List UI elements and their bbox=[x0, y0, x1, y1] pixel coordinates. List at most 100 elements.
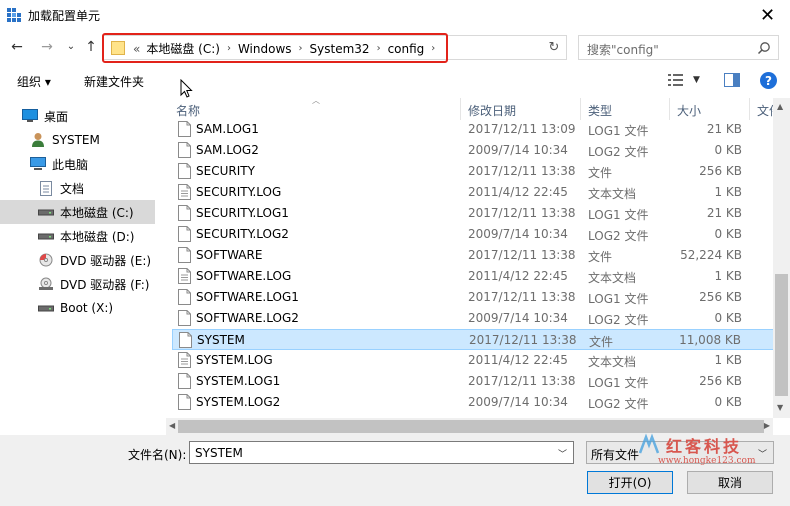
close-button[interactable]: ✕ bbox=[745, 0, 790, 30]
file-size: 0 KB bbox=[714, 395, 742, 409]
file-size: 21 KB bbox=[706, 206, 742, 220]
vertical-scroll-thumb[interactable] bbox=[775, 274, 788, 396]
file-type: LOG2 文件 bbox=[588, 145, 649, 159]
file-name: SECURITY bbox=[196, 164, 255, 178]
column-divider[interactable] bbox=[749, 98, 750, 120]
forward-arrow-icon[interactable]: → bbox=[38, 38, 56, 56]
file-type: 文本文档 bbox=[588, 187, 637, 201]
file-type: 文本文档 bbox=[588, 355, 637, 369]
search-input[interactable]: 搜索"config" bbox=[587, 41, 659, 58]
table-row[interactable]: SOFTWARE 2017/12/11 13:38 文件 52,224 KB bbox=[172, 245, 774, 266]
file-type: 文件 bbox=[588, 166, 613, 180]
filetype-select[interactable]: 所有文件 ﹀ bbox=[586, 441, 774, 464]
open-button[interactable]: 打开(O) bbox=[587, 471, 673, 494]
sidebar-item-drive-d[interactable]: 本地磁盘 (D:) bbox=[0, 224, 155, 248]
file-size: 0 KB bbox=[714, 227, 742, 241]
file-date: 2017/12/11 13:38 bbox=[468, 206, 576, 220]
computer-icon bbox=[30, 156, 46, 172]
file-type: LOG1 文件 bbox=[588, 292, 649, 306]
column-divider[interactable] bbox=[669, 98, 670, 120]
file-icon bbox=[178, 205, 191, 221]
dvd-drive-icon bbox=[38, 276, 54, 292]
new-folder-button[interactable]: 新建文件夹 bbox=[84, 73, 144, 90]
file-name: SAM.LOG1 bbox=[196, 122, 259, 136]
file-list: ︿ 名称 修改日期 类型 大小 文件 SAM.LOG1 2017/12/11 13… bbox=[166, 98, 777, 418]
file-size: 256 KB bbox=[699, 164, 742, 178]
refresh-icon[interactable]: ↻ bbox=[545, 38, 563, 56]
view-options-icon[interactable] bbox=[668, 73, 684, 87]
file-icon bbox=[178, 373, 191, 389]
sort-ascending-icon: ︿ bbox=[312, 98, 320, 105]
file-type: LOG2 文件 bbox=[588, 397, 649, 411]
sidebar-item-system-user[interactable]: SYSTEM bbox=[0, 128, 155, 152]
sidebar-item-label: 桌面 bbox=[44, 109, 69, 124]
help-icon[interactable]: ? bbox=[760, 72, 777, 89]
file-date: 2011/4/12 22:45 bbox=[468, 353, 568, 367]
cancel-button[interactable]: 取消 bbox=[687, 471, 773, 494]
file-size: 0 KB bbox=[714, 143, 742, 157]
file-icon bbox=[178, 310, 191, 326]
column-divider[interactable] bbox=[460, 98, 461, 120]
vertical-scrollbar[interactable]: ▲ ▼ bbox=[773, 98, 790, 418]
sidebar-item-this-pc[interactable]: 此电脑 bbox=[0, 152, 155, 176]
file-type: 文件 bbox=[589, 335, 614, 349]
table-row[interactable]: SAM.LOG2 2009/7/14 10:34 LOG2 文件 0 KB bbox=[172, 140, 774, 161]
table-row[interactable]: SAM.LOG1 2017/12/11 13:09 LOG1 文件 21 KB bbox=[172, 119, 774, 140]
table-row[interactable]: SECURITY 2017/12/11 13:38 文件 256 KB bbox=[172, 161, 774, 182]
sidebar-item-documents[interactable]: 文档 bbox=[0, 176, 155, 200]
filetype-value: 所有文件 bbox=[591, 448, 640, 462]
scroll-up-icon[interactable]: ▲ bbox=[777, 102, 783, 111]
scroll-left-icon[interactable]: ◀ bbox=[169, 421, 175, 430]
preview-pane-icon[interactable] bbox=[724, 73, 740, 87]
file-icon bbox=[179, 332, 192, 348]
text-file-icon bbox=[178, 352, 191, 368]
table-row[interactable]: SOFTWARE.LOG1 2017/12/11 13:38 LOG1 文件 256 … bbox=[172, 287, 774, 308]
drive-icon bbox=[38, 228, 54, 244]
file-date: 2017/12/11 13:38 bbox=[468, 374, 576, 388]
chevron-down-icon[interactable]: ▼ bbox=[693, 75, 700, 85]
column-header-type[interactable]: 类型 bbox=[588, 102, 612, 119]
up-arrow-icon[interactable]: ↑ bbox=[82, 38, 100, 56]
back-arrow-icon[interactable]: ← bbox=[8, 38, 26, 56]
navigation-pane: 桌面 SYSTEM 此电脑 文档 本地磁盘 (C:) 本地磁盘 (D:) DVD… bbox=[0, 104, 160, 434]
file-name: SYSTEM bbox=[197, 333, 245, 347]
search-icon[interactable] bbox=[757, 41, 771, 55]
file-icon bbox=[178, 163, 191, 179]
table-row[interactable]: SECURITY.LOG 2011/4/12 22:45 文本文档 1 KB bbox=[172, 182, 774, 203]
scroll-down-icon[interactable]: ▼ bbox=[777, 403, 783, 412]
recent-locations-icon[interactable]: ⌄ bbox=[62, 37, 80, 55]
table-row[interactable]: SOFTWARE.LOG 2011/4/12 22:45 文本文档 1 KB bbox=[172, 266, 774, 287]
table-row[interactable]: SECURITY.LOG1 2017/12/11 13:38 LOG1 文件 21 K… bbox=[172, 203, 774, 224]
table-row[interactable]: SYSTEM.LOG2 2009/7/14 10:34 LOG2 文件 0 KB bbox=[172, 392, 774, 413]
table-row[interactable]: SYSTEM 2017/12/11 13:38 文件 11,008 KB bbox=[172, 329, 774, 350]
table-row[interactable]: SECURITY.LOG2 2009/7/14 10:34 LOG2 文件 0 KB bbox=[172, 224, 774, 245]
column-header-date[interactable]: 修改日期 bbox=[468, 102, 516, 119]
column-header-size[interactable]: 大小 bbox=[677, 102, 701, 119]
horizontal-scroll-thumb[interactable] bbox=[178, 420, 764, 433]
table-row[interactable]: SYSTEM.LOG1 2017/12/11 13:38 LOG1 文件 256 KB bbox=[172, 371, 774, 392]
horizontal-scrollbar[interactable]: ◀ ▶ bbox=[166, 418, 773, 435]
filename-value[interactable]: SYSTEM bbox=[195, 446, 243, 460]
text-file-icon bbox=[178, 184, 191, 200]
column-header-name[interactable]: 名称 bbox=[176, 102, 200, 119]
organize-menu-button[interactable]: 组织 ▾ bbox=[17, 73, 51, 90]
document-icon bbox=[38, 180, 54, 196]
sidebar-item-dvd-e[interactable]: DVD 驱动器 (E:) E bbox=[0, 248, 155, 272]
scroll-right-icon[interactable]: ▶ bbox=[764, 421, 770, 430]
table-row[interactable]: SOFTWARE.LOG2 2009/7/14 10:34 LOG2 文件 0 KB bbox=[172, 308, 774, 329]
file-icon bbox=[178, 226, 191, 242]
file-type: 文本文档 bbox=[588, 271, 637, 285]
chevron-down-icon[interactable]: ﹀ bbox=[758, 447, 767, 460]
sidebar-item-drive-c[interactable]: 本地磁盘 (C:) bbox=[0, 200, 155, 224]
sidebar-item-label: 此电脑 bbox=[52, 157, 89, 172]
file-size: 0 KB bbox=[714, 311, 742, 325]
column-divider[interactable] bbox=[580, 98, 581, 120]
drive-icon bbox=[38, 204, 54, 220]
sidebar-item-boot-x[interactable]: Boot (X:) bbox=[0, 296, 155, 320]
sidebar-item-dvd-f[interactable]: DVD 驱动器 (F:) bbox=[0, 272, 155, 296]
table-row[interactable]: SYSTEM.LOG 2011/4/12 22:45 文本文档 1 KB bbox=[172, 350, 774, 371]
chevron-down-icon[interactable]: ﹀ bbox=[558, 447, 567, 460]
sidebar-item-desktop[interactable]: 桌面 bbox=[0, 104, 155, 128]
filename-field[interactable]: SYSTEM ﹀ bbox=[189, 441, 574, 464]
search-box[interactable]: 搜索"config" bbox=[578, 35, 779, 60]
